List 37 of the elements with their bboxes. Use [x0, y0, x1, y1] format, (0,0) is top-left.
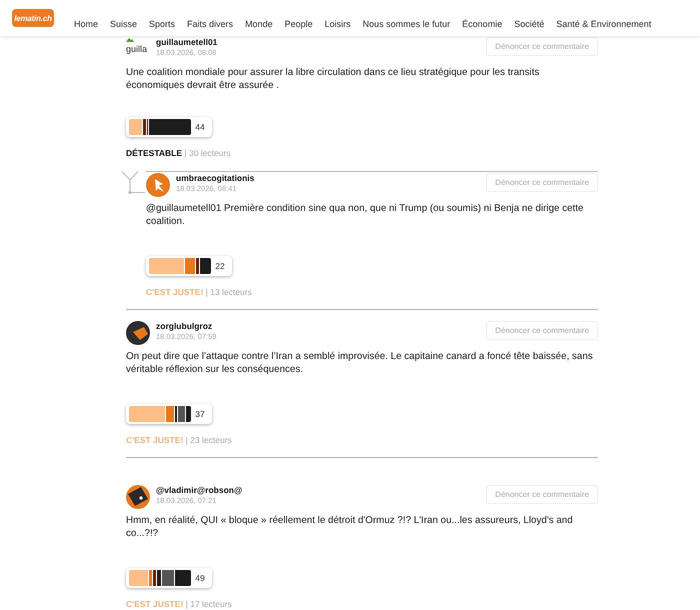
reader-count: | 13 lecteurs [206, 287, 252, 297]
reader-count: | 23 lecteurs [186, 435, 232, 445]
comment-text: Hmm, en réalité, QUI « bloque » réellement le détroit d'Ormuz ?!? L'Iran ou...les assureurs, Lloyd's and co...?!? [126, 514, 574, 540]
nav-link[interactable]: Société [514, 19, 544, 30]
avatar-alt-text: guilla [126, 44, 148, 55]
nav-link[interactable]: Faits divers [187, 19, 234, 30]
nav-link[interactable]: Monde [245, 19, 273, 30]
verdict-label: C'EST JUSTE! [126, 435, 184, 445]
nav-link[interactable]: Nous sommes le futur [362, 19, 450, 30]
verdict-label: DÉTESTABLE [126, 148, 182, 158]
username[interactable]: umbraecogitationis [176, 173, 254, 184]
verdict-label: C'EST JUSTE! [126, 599, 184, 609]
geometric-avatar-icon [126, 321, 150, 345]
username[interactable]: zorglubulgroz [156, 321, 216, 332]
geometric-avatar-icon [126, 485, 150, 509]
nav-link[interactable]: Loisirs [324, 19, 351, 30]
comment-text: On peut dire que l’attaque contre l’Iran a semblé improvisée. Le capitaine canard a foncé tête baissée, sans véritable réflexion sur les conséquences. [126, 350, 594, 376]
nav-link[interactable]: Santé & Environnement [556, 19, 652, 30]
nav-link[interactable]: Suisse [110, 19, 138, 30]
rating-button[interactable]: 22 [146, 256, 232, 276]
rating-button[interactable]: 49 [126, 568, 212, 588]
thread-connector [120, 171, 146, 195]
verdict-label: C'EST JUSTE! [146, 287, 204, 297]
reader-count: | 30 lecteurs [184, 148, 231, 158]
rating-button[interactable]: 37 [126, 404, 212, 424]
rating-segment [174, 570, 191, 586]
geometric-avatar-icon [146, 173, 170, 197]
username[interactable]: guillaumetell01 [156, 37, 218, 48]
nav-link[interactable]: Économie [462, 19, 502, 30]
comment-text: @guillaumetell01 Première condition sine qua non, que ni Trump (ou soumis) ni Benja ne dirige cette coalition. [146, 202, 584, 228]
nav-link[interactable]: Sports [149, 19, 176, 30]
rating-button[interactable]: 44 [126, 117, 212, 137]
username[interactable]: @vladimir@robson@ [156, 485, 242, 496]
nav-link[interactable]: Home [74, 19, 98, 30]
comment-text: Une coalition mondiale pour assurer la libre circulation dans ce lieu stratégique pour les transits économiques devrait être assurée . [126, 66, 540, 92]
reader-count: | 17 lecteurs [186, 599, 232, 609]
nav-link[interactable]: People [284, 19, 313, 30]
